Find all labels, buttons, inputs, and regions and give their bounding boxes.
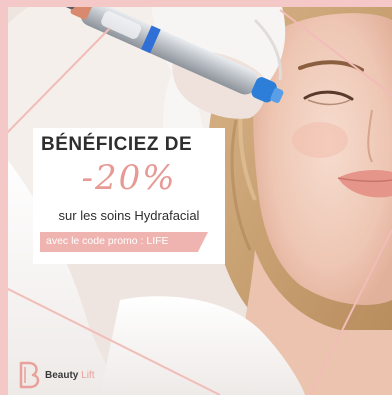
frame-top-border — [0, 0, 392, 7]
promo-discount: -20% — [81, 158, 177, 198]
beauty-lift-b-logo-icon — [19, 361, 40, 389]
promo-code-text: avec le code promo : LIFE — [46, 235, 169, 247]
brand-logo: Beauty Lift — [18, 361, 128, 389]
promo-card: BÉNÉFICIEZ DE -20% sur les soins Hydrafa… — [33, 128, 225, 264]
promo-subline: sur les soins Hydrafacial — [58, 208, 200, 223]
promo-headline: BÉNÉFICIEZ DE — [41, 134, 193, 155]
brand-name-part1: Beauty — [45, 370, 79, 381]
brand-name-part2: Lift — [81, 370, 95, 381]
promo-ad: BÉNÉFICIEZ DE -20% sur les soins Hydrafa… — [0, 0, 392, 395]
frame-left-border — [0, 0, 8, 395]
promo-code-banner: avec le code promo : LIFE — [40, 232, 208, 252]
brand-name: Beauty Lift — [45, 370, 94, 381]
